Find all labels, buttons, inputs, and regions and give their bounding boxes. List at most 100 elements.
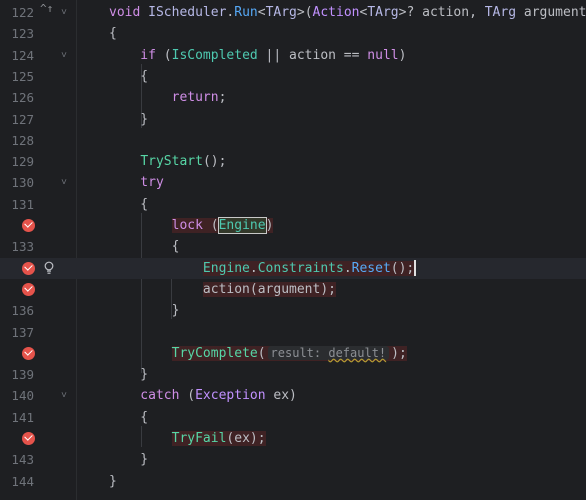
code-line[interactable]: 122 ˅ void IScheduler.Run<TArg>(Action<TAr… [0, 2, 586, 23]
code-token: void [109, 5, 149, 20]
code-text[interactable]: { [109, 407, 148, 428]
code-content: } [109, 474, 117, 489]
code-token: if [109, 47, 156, 63]
code-editor[interactable]: ^↑ 122 ˅ void IScheduler.Run<TArg>(Action<… [0, 0, 586, 500]
line-number[interactable]: 143 [0, 449, 34, 470]
code-text[interactable]: { [109, 66, 148, 87]
fold-chevron-icon[interactable]: ˅ [58, 172, 70, 193]
code-text[interactable]: TryComplete(result: default!); [109, 343, 407, 364]
code-text[interactable]: return; [109, 87, 227, 108]
fold-chevron-icon[interactable]: ˅ [58, 2, 70, 23]
line-number[interactable]: 125 [0, 66, 34, 87]
line-number[interactable]: 144 [0, 471, 34, 492]
code-token: Constraints [257, 260, 344, 276]
code-token: TArg [484, 5, 517, 20]
fold-chevron-icon[interactable]: ˅ [58, 45, 70, 66]
breakpoint-line-highlight: action(argument); [202, 281, 336, 297]
inlay-hint[interactable]: result: default! [267, 345, 390, 360]
code-token: (ex); [226, 431, 266, 446]
code-line[interactable]: 141 { [0, 407, 586, 428]
code-line[interactable]: 126 return; [0, 87, 586, 108]
code-text[interactable]: void IScheduler.Run<TArg>(Action<TArg>? … [109, 2, 586, 23]
line-number[interactable]: 139 [0, 364, 34, 385]
line-number[interactable]: 123 [0, 23, 34, 44]
code-token: } [109, 473, 117, 489]
code-text[interactable]: action(argument); [109, 279, 336, 300]
code-text[interactable]: TryFail(ex); [109, 428, 266, 449]
code-text[interactable]: } [109, 300, 180, 321]
code-token: ) [398, 47, 407, 63]
code-line[interactable]: 125 { [0, 66, 586, 87]
code-line[interactable]: 129 TryStart(); [0, 151, 586, 172]
line-number[interactable]: 130 [0, 172, 34, 193]
code-text[interactable]: catch (Exception ex) [109, 385, 297, 406]
code-line[interactable]: 130 ˅ try [0, 172, 586, 193]
code-token: { [109, 196, 149, 212]
code-content: { [109, 410, 148, 425]
code-line[interactable]: 137 [0, 322, 586, 343]
code-text[interactable]: try [109, 172, 164, 193]
code-token: } [109, 367, 149, 383]
code-text[interactable]: if (IsCompleted || action == null) [109, 45, 406, 66]
code-line[interactable]: 136 } [0, 300, 586, 321]
code-token: catch [109, 388, 180, 404]
code-token: TryComplete [171, 345, 258, 361]
code-text[interactable]: } [109, 109, 148, 130]
code-text[interactable]: lock (Engine) [109, 215, 274, 236]
code-content: { [109, 197, 148, 212]
code-content: } [109, 367, 148, 382]
code-text[interactable]: } [109, 364, 148, 385]
code-line[interactable]: lock (Engine) [0, 215, 586, 236]
line-number[interactable]: 124 [0, 45, 34, 66]
breakpoint-icon[interactable] [22, 346, 35, 360]
code-text[interactable]: { [109, 236, 180, 257]
lightbulb-icon[interactable] [44, 261, 54, 275]
text-caret [414, 260, 416, 277]
code-text[interactable]: Engine.Constraints.Reset(); [109, 258, 416, 279]
fold-chevron-icon[interactable]: ˅ [58, 385, 70, 406]
code-line[interactable]: 123 { [0, 23, 586, 44]
breakpoint-icon[interactable] [22, 261, 35, 275]
code-line[interactable]: 131 { [0, 194, 586, 215]
code-line[interactable]: 139 } [0, 364, 586, 385]
line-number[interactable]: 133 [0, 236, 34, 257]
line-number[interactable]: 129 [0, 151, 34, 172]
line-number[interactable]: 122 [0, 2, 34, 23]
line-number[interactable]: 136 [0, 300, 34, 321]
code-line[interactable]: 124 ˅ if (IsCompleted || action == null) [0, 45, 586, 66]
code-token: TryFail [171, 431, 227, 446]
code-line[interactable]: 128 [0, 130, 586, 151]
breakpoint-icon[interactable] [22, 282, 35, 296]
code-token: argument) [523, 5, 586, 20]
line-number[interactable]: 128 [0, 130, 34, 151]
line-number[interactable]: 126 [0, 87, 34, 108]
code-token: Action [312, 5, 360, 20]
code-text[interactable]: TryStart(); [109, 151, 226, 172]
code-line[interactable]: 143 } [0, 449, 586, 470]
code-content: } [109, 303, 180, 318]
code-line[interactable]: Engine.Constraints.Reset(); [0, 257, 586, 279]
code-token: Engine [202, 260, 250, 276]
code-content: { [109, 69, 148, 84]
code-text[interactable]: } [109, 471, 117, 492]
breakpoint-icon[interactable] [22, 432, 35, 445]
code-line[interactable]: action(argument); [0, 279, 586, 300]
code-text[interactable]: { [109, 194, 148, 215]
code-line[interactable]: 140 ˅ catch (Exception ex) [0, 385, 586, 406]
breakpoint-icon[interactable] [22, 219, 35, 232]
line-number[interactable]: 140 [0, 385, 34, 406]
code-line[interactable]: TryFail(ex); [0, 428, 586, 449]
code-line[interactable]: TryComplete(result: default!); [0, 343, 586, 364]
code-line[interactable]: 133 { [0, 236, 586, 257]
line-number[interactable]: 127 [0, 109, 34, 130]
code-line[interactable]: 127 } [0, 109, 586, 130]
code-token: . [249, 260, 258, 276]
line-number[interactable]: 141 [0, 407, 34, 428]
code-line[interactable]: 144} [0, 471, 586, 492]
code-content: void IScheduler.Run<TArg>(Action<TArg>? … [109, 5, 586, 20]
code-text[interactable]: { [109, 23, 117, 44]
code-text[interactable]: } [109, 449, 148, 470]
line-number[interactable]: 137 [0, 322, 34, 343]
line-number[interactable]: 131 [0, 194, 34, 215]
